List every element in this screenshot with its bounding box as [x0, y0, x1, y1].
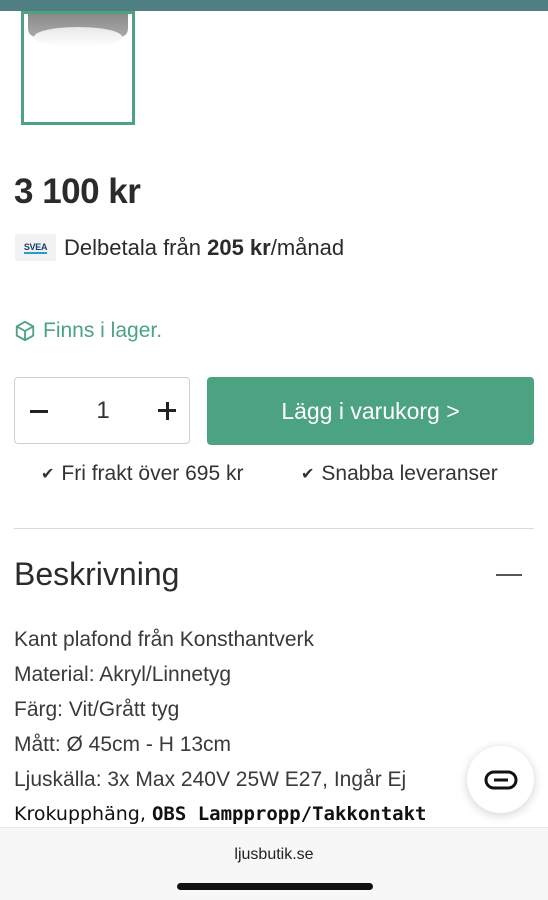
plus-icon[interactable]: [155, 396, 179, 426]
chat-button[interactable]: [467, 746, 534, 813]
ceiling-lamp-image: [28, 14, 128, 47]
chat-icon: [484, 770, 517, 789]
description-title[interactable]: Beskrivning: [14, 556, 179, 593]
description-line: Färg: Vit/Grått tyg: [14, 698, 180, 721]
description-line: Kant plafond från Konsthantverk: [14, 628, 315, 651]
description-body: Kant plafond från Konsthantverk Material…: [14, 622, 534, 832]
browser-bottom-bar: ljusbutik.se: [0, 827, 548, 900]
description-line: Mått: Ø 45cm - H 13cm: [14, 733, 232, 756]
svea-logo-text: SVEA: [23, 241, 48, 254]
product-thumbnail[interactable]: [21, 11, 135, 125]
usp-label: Fri frakt över 695 kr: [61, 462, 244, 485]
svea-logo: SVEA: [15, 234, 56, 261]
installment-suffix: /månad: [270, 235, 345, 260]
usp-fast-delivery: ✔ Snabba leveranser: [301, 462, 498, 486]
check-icon: ✔: [301, 466, 315, 483]
usp-label: Snabba leveranser: [321, 462, 498, 485]
description-line-prefix: Krokupphäng,: [14, 803, 152, 825]
description-line: Material: Akryl/Linnetyg: [14, 663, 232, 686]
check-icon: ✔: [41, 466, 55, 483]
box-icon: [15, 320, 35, 342]
stock-label: Finns i lager.: [43, 319, 163, 342]
header-bar: [0, 0, 548, 11]
description-line: Ljuskälla: 3x Max 240V 25W E27, Ingår Ej: [14, 768, 407, 791]
quantity-stepper: 1: [14, 377, 190, 444]
home-indicator: [177, 883, 373, 890]
stock-status: Finns i lager.: [14, 319, 162, 343]
quantity-input[interactable]: 1: [75, 397, 131, 425]
section-divider: [14, 528, 534, 529]
product-price: 3 100 kr: [14, 172, 141, 211]
add-to-cart-button[interactable]: Lägg i varukorg >: [207, 377, 534, 445]
installment-info[interactable]: Delbetala från 205 kr/månad: [64, 235, 344, 261]
installment-prefix: Delbetala från: [64, 235, 208, 260]
url-domain[interactable]: ljusbutik.se: [0, 846, 548, 864]
usp-free-shipping: ✔ Fri frakt över 695 kr: [41, 462, 243, 486]
installment-amount: 205 kr: [207, 235, 271, 260]
minus-icon[interactable]: [27, 396, 51, 426]
collapse-icon[interactable]: [496, 574, 522, 576]
description-line-bold: OBS Lamppropp/Takkontakt: [151, 803, 427, 825]
